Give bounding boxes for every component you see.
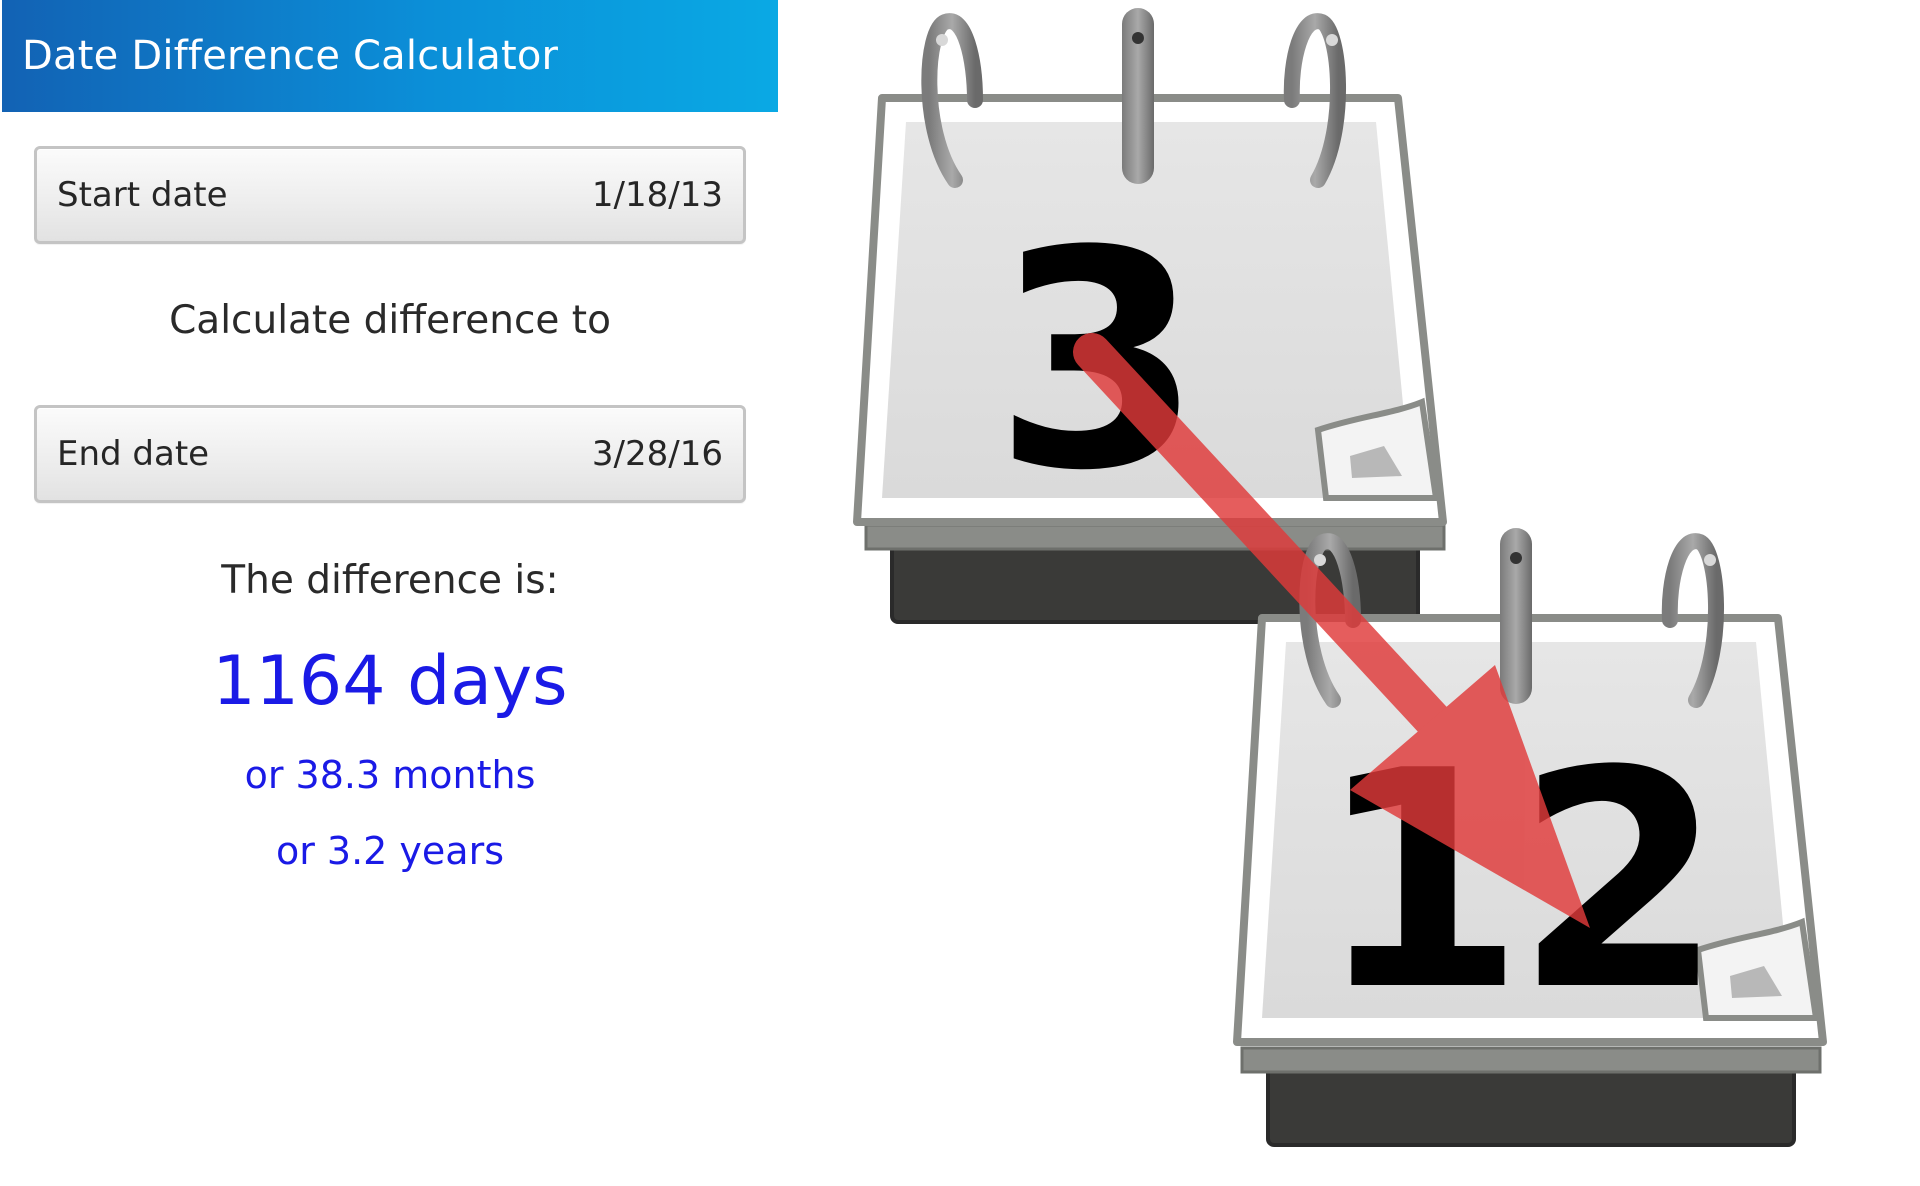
calendar-icon-bottom: 12 bbox=[1233, 528, 1827, 1147]
calendar-bottom-number: 12 bbox=[1316, 707, 1713, 1056]
title-bar: Date Difference Calculator bbox=[2, 0, 778, 112]
start-date-label: Start date bbox=[57, 175, 228, 215]
calendar-icon-top: 3 bbox=[853, 8, 1447, 624]
calculate-difference-label: Calculate difference to bbox=[169, 298, 611, 343]
app-title: Date Difference Calculator bbox=[22, 33, 559, 79]
start-date-button[interactable]: Start date 1/18/13 bbox=[34, 146, 746, 244]
calculator-app: Date Difference Calculator Start date 1/… bbox=[0, 0, 780, 1186]
end-date-value: 3/28/16 bbox=[591, 434, 723, 474]
difference-heading: The difference is: bbox=[221, 558, 559, 603]
result-days: 1164 days bbox=[212, 642, 568, 721]
end-date-label: End date bbox=[57, 434, 210, 474]
end-date-button[interactable]: End date 3/28/16 bbox=[34, 405, 746, 503]
arrow-icon bbox=[1073, 333, 1590, 928]
calendar-top-number: 3 bbox=[994, 187, 1203, 536]
result-years: or 3.2 years bbox=[275, 829, 505, 873]
start-date-value: 1/18/13 bbox=[591, 175, 723, 215]
result-months: or 38.3 months bbox=[244, 753, 536, 797]
